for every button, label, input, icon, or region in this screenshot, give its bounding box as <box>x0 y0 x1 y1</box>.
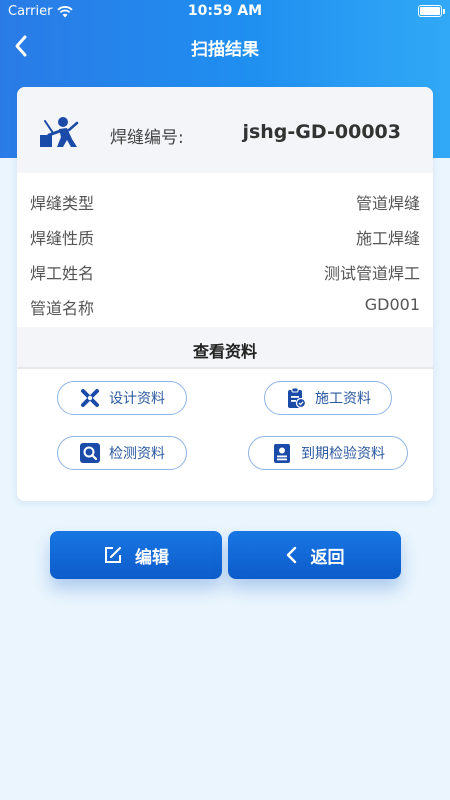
scan-result-card: 焊缝编号: jshg-GD-00003 焊缝类型 管道焊缝 焊缝性质 施工焊缝 … <box>17 87 433 501</box>
status-bar: Carrier 10:59 AM <box>0 0 450 22</box>
chevron-left-icon <box>286 546 296 564</box>
edit-button[interactable]: 编辑 <box>50 531 222 579</box>
battery-fill <box>420 7 440 15</box>
info-key: 焊缝性质 <box>30 229 95 248</box>
inspection-docs-label: 检测资料 <box>109 446 165 462</box>
edit-label: 编辑 <box>135 547 169 568</box>
info-value: GD001 <box>364 295 420 314</box>
design-tools-icon <box>81 389 99 407</box>
info-key: 管道名称 <box>30 299 95 318</box>
view-docs-title: 查看资料 <box>192 342 257 361</box>
weld-number-label: 焊缝编号: <box>110 128 184 148</box>
construction-docs-button[interactable]: 施工资料 <box>264 381 392 415</box>
info-row-weld-type: 焊缝类型 管道焊缝 <box>17 184 433 218</box>
weld-header: 焊缝编号: jshg-GD-00003 <box>17 87 433 173</box>
battery-icon <box>418 5 445 17</box>
weld-number-value: jshg-GD-00003 <box>242 121 401 143</box>
info-row-pipe-name: 管道名称 GD001 <box>17 289 433 323</box>
info-row-weld-nature: 焊缝性质 施工焊缝 <box>17 219 433 253</box>
return-button[interactable]: 返回 <box>228 531 401 579</box>
nav-bar: 扫描结果 <box>0 22 450 70</box>
return-label: 返回 <box>310 547 345 568</box>
badge-document-icon <box>274 444 290 463</box>
page-title: 扫描结果 <box>191 40 259 60</box>
inspection-docs-button[interactable]: 检测资料 <box>57 436 187 470</box>
design-docs-label: 设计资料 <box>109 391 165 407</box>
status-time: 10:59 AM <box>187 3 263 19</box>
info-key: 焊工姓名 <box>30 264 95 283</box>
expiry-inspection-docs-button[interactable]: 到期检验资料 <box>248 436 408 470</box>
info-value: 管道焊缝 <box>355 194 420 213</box>
info-row-welder-name: 焊工姓名 测试管道焊工 <box>17 254 433 288</box>
design-docs-button[interactable]: 设计资料 <box>57 381 187 415</box>
welder-icon <box>40 117 79 147</box>
edit-icon <box>105 547 121 563</box>
construction-docs-label: 施工资料 <box>315 391 371 407</box>
magnifier-icon <box>80 443 100 463</box>
info-value: 施工焊缝 <box>355 229 420 248</box>
clipboard-icon <box>288 387 307 409</box>
view-docs-header: 查看资料 <box>17 327 433 369</box>
info-key: 焊缝类型 <box>30 194 95 213</box>
expiry-inspection-docs-label: 到期检验资料 <box>301 446 385 462</box>
info-value: 测试管道焊工 <box>323 264 420 283</box>
